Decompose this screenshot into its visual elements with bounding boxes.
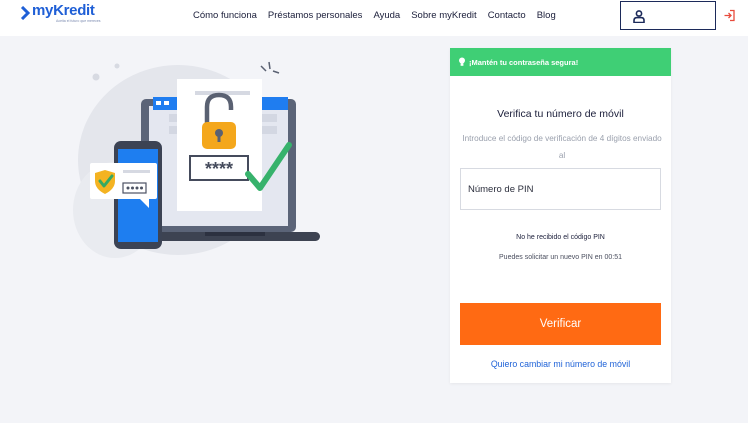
resend-countdown-text: Puedes solicitar un nuevo PIN en 00:51: [499, 254, 622, 261]
nav-link-ayuda[interactable]: Ayuda: [373, 10, 400, 21]
verify-button[interactable]: Verificar: [460, 303, 661, 345]
main-nav: Cómo funciona Préstamos personales Ayuda…: [193, 10, 567, 21]
security-illustration: ****: [73, 61, 320, 258]
security-banner: ¡Mantén tu contraseña segura!: [450, 48, 671, 76]
verification-card: ¡Mantén tu contraseña segura! Verifica t…: [450, 48, 671, 383]
sign-in-icon[interactable]: [723, 9, 736, 22]
logo-text: myKredit: [32, 2, 95, 19]
nav-link-sobre-mykredit[interactable]: Sobre myKredit: [411, 10, 476, 21]
card-description: Introduce el código de verificación de 4…: [462, 134, 662, 160]
mykredit-logo[interactable]: myKredit Aceita el futuro que mereces: [20, 2, 101, 23]
no-code-text: No he recibido el código PIN: [516, 234, 605, 241]
card-title: Verifica tu número de móvil: [497, 108, 624, 120]
lightbulb-icon: [459, 57, 465, 66]
change-phone-link[interactable]: Quiero cambiar mi número de móvil: [450, 359, 671, 369]
pin-input[interactable]: [460, 168, 661, 210]
chevron-right-icon: [20, 6, 30, 20]
logo-tagline: Aceita el futuro que mereces: [56, 19, 101, 23]
account-button[interactable]: [620, 1, 716, 30]
nav-link-blog[interactable]: Blog: [537, 10, 556, 21]
pin-mask-text: ****: [205, 159, 233, 179]
user-icon: [633, 10, 645, 23]
banner-text: ¡Mantén tu contraseña segura!: [469, 57, 579, 67]
site-header: myKredit Aceita el futuro que mereces Có…: [0, 0, 748, 36]
sparkle-marks: [260, 61, 280, 74]
nav-link-contacto[interactable]: Contacto: [488, 10, 526, 21]
nav-link-como-funciona[interactable]: Cómo funciona: [193, 10, 257, 21]
pin-field-graphic: ****: [189, 155, 249, 181]
nav-link-prestamos-personales[interactable]: Préstamos personales: [268, 10, 363, 21]
